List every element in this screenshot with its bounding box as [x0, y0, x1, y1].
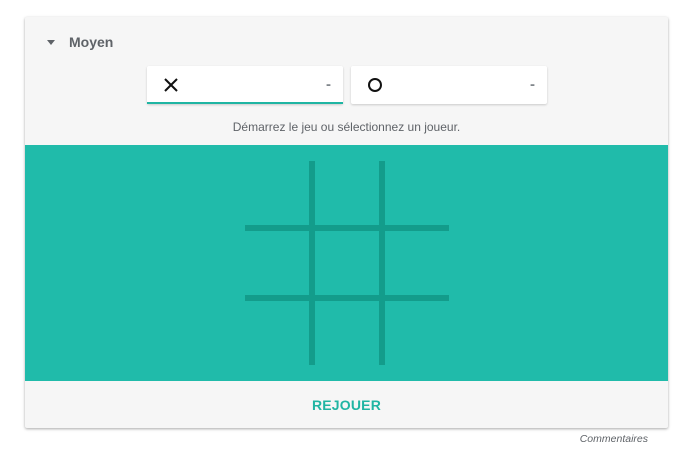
board-cell-5[interactable]	[315, 231, 379, 295]
replay-button[interactable]: REJOUER	[298, 389, 395, 421]
circle-icon	[368, 78, 382, 92]
player-o-button[interactable]: -	[351, 66, 547, 104]
board-cell-6[interactable]	[385, 231, 449, 295]
difficulty-selector[interactable]: Moyen	[47, 33, 113, 51]
difficulty-label: Moyen	[69, 34, 114, 50]
board-cell-4[interactable]	[245, 231, 309, 295]
board-cell-9[interactable]	[385, 301, 449, 365]
game-board	[25, 145, 668, 381]
player-x-score: -	[326, 76, 331, 93]
x-mark-icon	[164, 78, 178, 92]
feedback-link[interactable]: Commentaires	[580, 433, 648, 445]
tic-tac-toe-card: Moyen - - Démarrez le jeu ou sélectionne…	[25, 17, 668, 428]
board-cell-8[interactable]	[315, 301, 379, 365]
dropdown-caret-icon	[47, 39, 55, 45]
board-cell-2[interactable]	[315, 161, 379, 225]
board-cell-7[interactable]	[245, 301, 309, 365]
game-status-text: Démarrez le jeu ou sélectionnez un joueu…	[232, 120, 461, 134]
player-x-button[interactable]: -	[147, 66, 343, 104]
player-o-score: -	[530, 76, 535, 93]
board-cell-3[interactable]	[385, 161, 449, 225]
card-footer: REJOUER	[25, 381, 668, 428]
board-cell-1[interactable]	[245, 161, 309, 225]
